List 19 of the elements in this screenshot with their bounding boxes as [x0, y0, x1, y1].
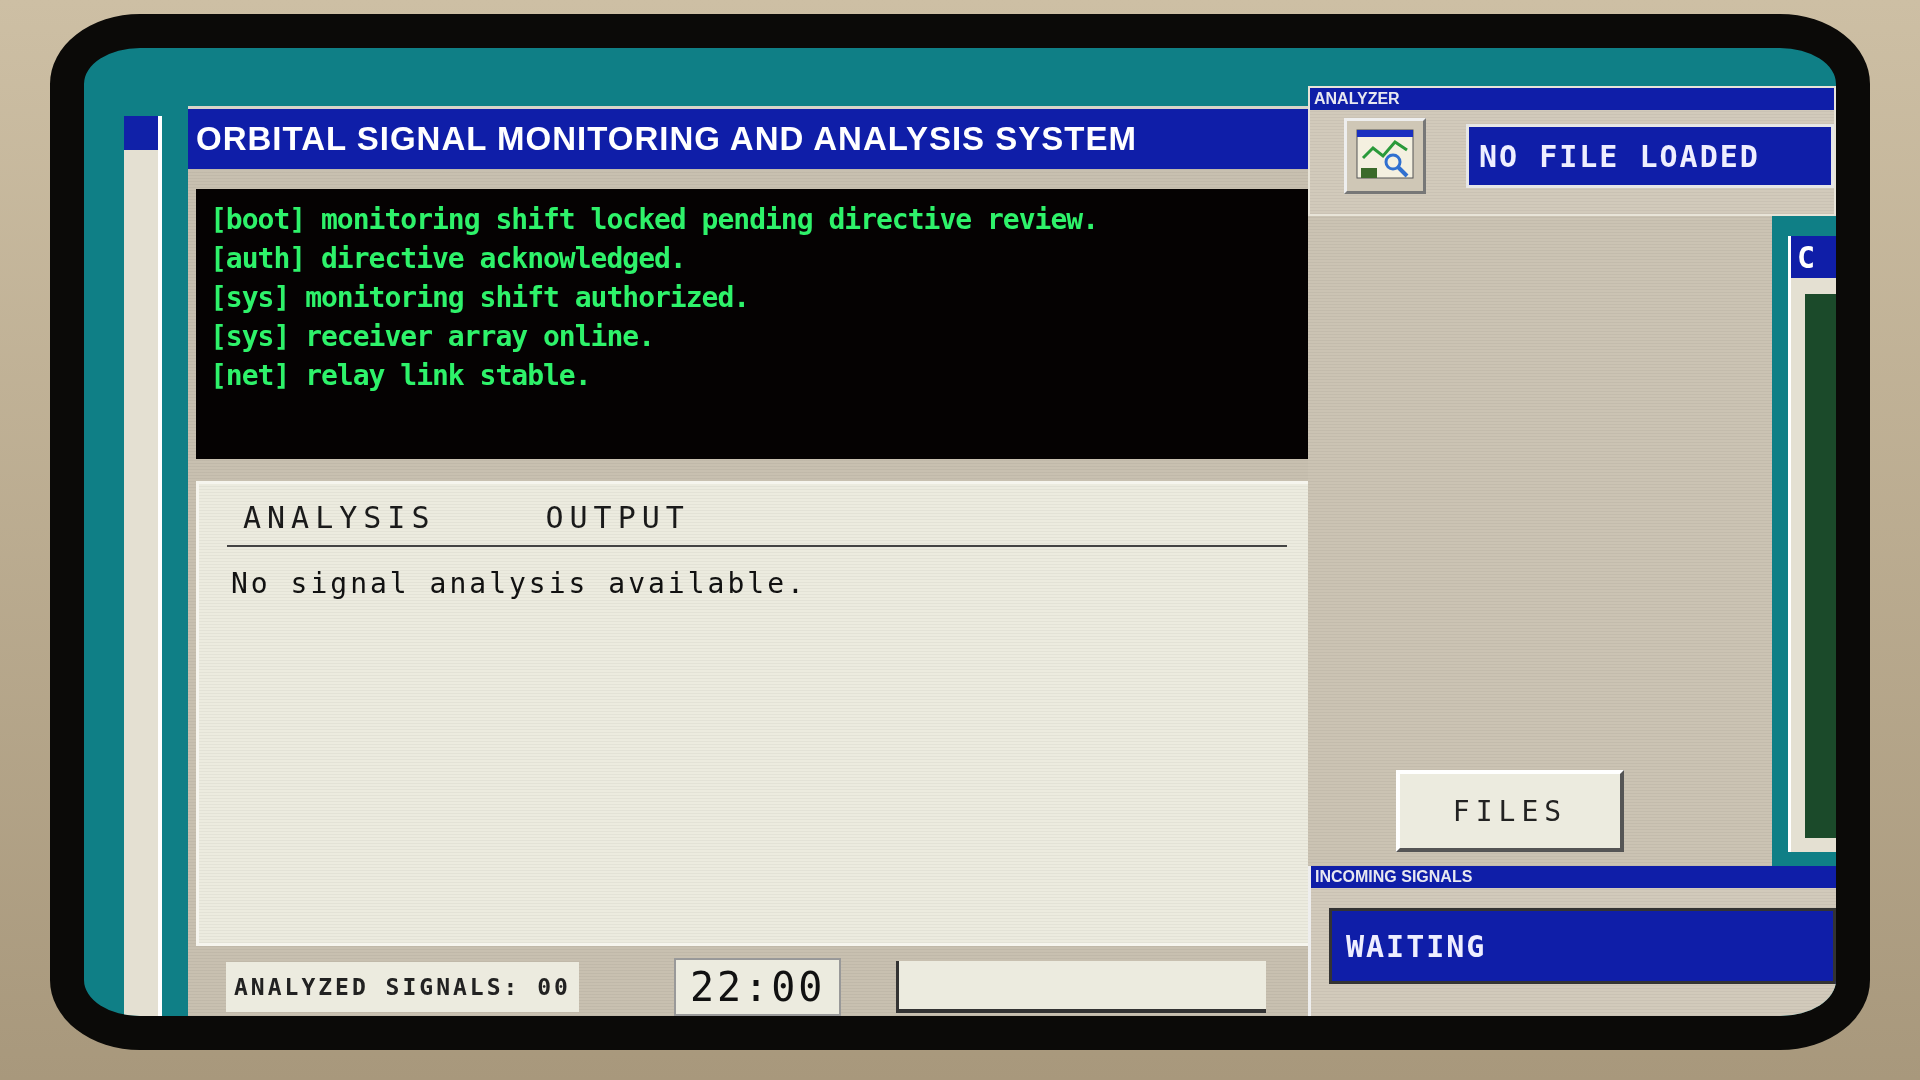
- side-title: C: [1797, 239, 1816, 275]
- incoming-title: INCOMING SIGNALS: [1315, 868, 1473, 886]
- title-bar: [124, 116, 158, 150]
- console-line: [sys] monitoring shift authorized.: [210, 281, 751, 314]
- column-header: ANALYSIS: [243, 500, 436, 535]
- console-line: [boot] monitoring shift locked pending directive review.: [210, 203, 1099, 236]
- signal-counter: ANALYZED SIGNALS: 00: [226, 962, 579, 1012]
- analyzer-title: ANALYZER: [1314, 90, 1400, 108]
- incoming-status: WAITING: [1346, 928, 1487, 964]
- input-field[interactable]: [896, 961, 1267, 1013]
- files-button[interactable]: FILES: [1396, 770, 1624, 852]
- console-line: [net] relay link stable.: [210, 359, 592, 392]
- console-line: [auth] directive acknowledged.: [210, 242, 687, 275]
- analysis-message: No signal analysis available.: [230, 567, 808, 600]
- console-line: [sys] receiver array online.: [210, 320, 655, 353]
- window-title: ORBITAL SIGNAL MONITORING AND ANALYSIS SYSTEM: [196, 120, 1137, 158]
- file-status: NO FILE LOADED: [1479, 138, 1760, 174]
- clock: 22:00: [673, 958, 842, 1016]
- column-header: OUTPUT: [545, 500, 690, 535]
